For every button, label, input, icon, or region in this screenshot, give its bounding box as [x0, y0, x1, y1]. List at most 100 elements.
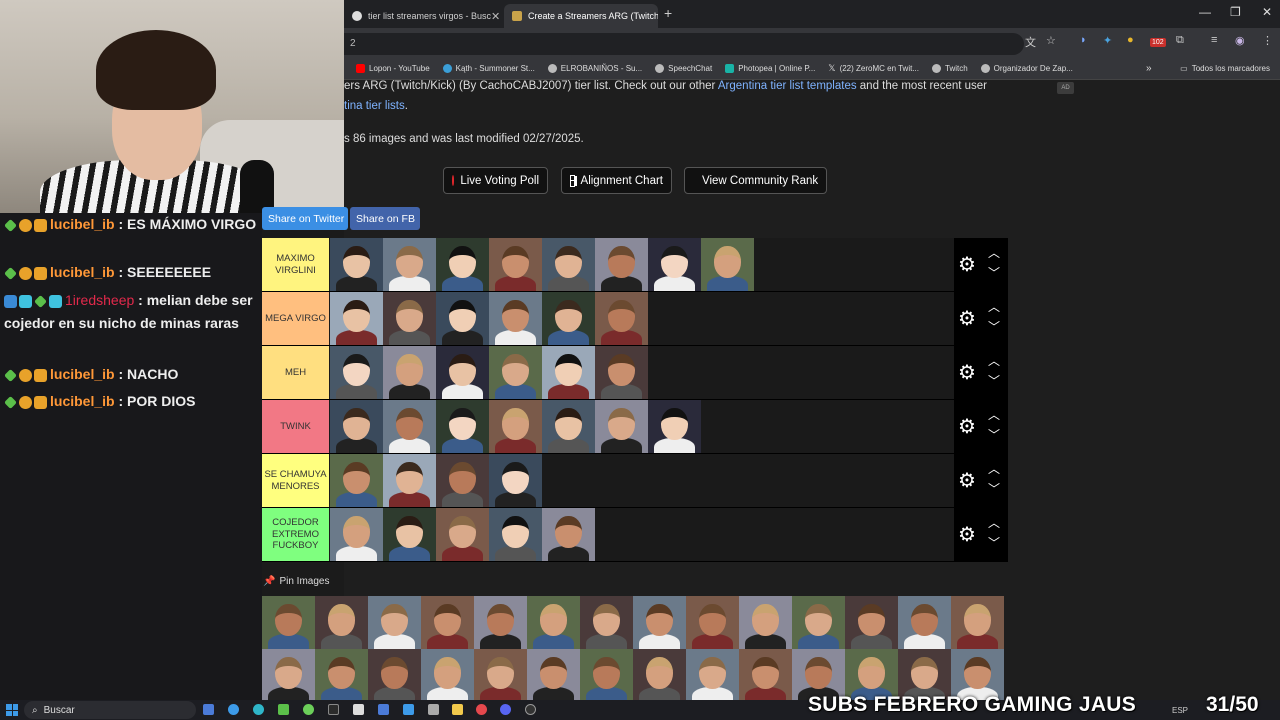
streamer-thumbnail[interactable] [542, 400, 595, 453]
streamer-thumbnail[interactable] [580, 596, 633, 649]
move-down-icon[interactable]: ﹀ [987, 482, 1001, 496]
streamer-thumbnail[interactable] [542, 292, 595, 345]
minimize-button[interactable]: — [1199, 5, 1211, 19]
chevron-right-icon[interactable]: » [1146, 63, 1152, 74]
streamer-thumbnail[interactable] [845, 596, 898, 649]
streamer-thumbnail[interactable] [383, 238, 436, 291]
bookmark-item[interactable]: 𝕏 (22) ZeroMC en Twit... [828, 63, 919, 74]
all-bookmarks[interactable]: ▭ Todos los marcadores [1180, 64, 1270, 73]
streamer-thumbnail[interactable] [330, 238, 383, 291]
reading-list-icon[interactable]: ≡ [1211, 34, 1217, 46]
move-up-icon[interactable]: ︿ [987, 516, 1001, 530]
move-up-icon[interactable]: ︿ [987, 462, 1001, 476]
move-down-icon[interactable]: ﹀ [987, 536, 1001, 550]
streamer-thumbnail[interactable] [951, 596, 1004, 649]
streamer-thumbnail[interactable] [383, 508, 436, 561]
streamer-thumbnail[interactable] [489, 238, 542, 291]
tier-label[interactable]: MEH [262, 346, 329, 399]
move-down-icon[interactable]: ﹀ [987, 266, 1001, 280]
streamer-thumbnail[interactable] [262, 596, 315, 649]
app-icon[interactable] [328, 704, 339, 715]
notification-badge[interactable]: 102 [1150, 38, 1166, 47]
streamer-thumbnail[interactable] [542, 508, 595, 561]
gear-icon[interactable]: ⚙ [958, 252, 976, 277]
streamer-thumbnail[interactable] [489, 400, 542, 453]
streamer-thumbnail[interactable] [330, 508, 383, 561]
tier-label[interactable]: TWINK [262, 400, 329, 453]
streamer-thumbnail[interactable] [542, 346, 595, 399]
bookmark-item[interactable]: Organizador De Zap... [980, 64, 1073, 73]
streamer-thumbnail[interactable] [489, 454, 542, 507]
window-close-button[interactable]: ✕ [1262, 5, 1272, 19]
extension-icon[interactable]: ● [1127, 34, 1134, 46]
move-down-icon[interactable]: ﹀ [987, 428, 1001, 442]
streamer-thumbnail[interactable] [436, 346, 489, 399]
bookmark-item[interactable]: Kąth - Summoner St... [442, 64, 535, 73]
bookmark-item[interactable]: Photopea | Online P... [725, 64, 815, 73]
streamer-thumbnail[interactable] [686, 596, 739, 649]
live-voting-poll-button[interactable]: Live Voting Poll [443, 167, 548, 194]
streamer-thumbnail[interactable] [436, 508, 489, 561]
new-tab-button[interactable]: + [664, 5, 672, 21]
move-up-icon[interactable]: ︿ [987, 246, 1001, 260]
streamer-thumbnail[interactable] [633, 649, 686, 702]
streamer-thumbnail[interactable] [648, 400, 701, 453]
tab-search[interactable]: tier list streamers virgos - Busc ✕ [344, 4, 500, 28]
streamer-thumbnail[interactable] [474, 596, 527, 649]
streamer-thumbnail[interactable] [262, 649, 315, 702]
chrome-icon[interactable] [476, 704, 487, 715]
streamer-thumbnail[interactable] [383, 400, 436, 453]
gear-icon[interactable]: ⚙ [958, 468, 976, 493]
bookmark-star-icon[interactable]: ☆ [1046, 34, 1056, 47]
streamer-thumbnail[interactable] [489, 346, 542, 399]
file-explorer-icon[interactable] [452, 704, 463, 715]
streamer-thumbnail[interactable] [383, 292, 436, 345]
streamer-thumbnail[interactable] [595, 292, 648, 345]
streamer-thumbnail[interactable] [436, 454, 489, 507]
streamer-thumbnail[interactable] [648, 238, 701, 291]
streamer-thumbnail[interactable] [527, 596, 580, 649]
address-bar[interactable]: 2 [344, 33, 1024, 55]
bookmark-item[interactable]: SpeechChat [655, 64, 712, 73]
tier-label[interactable]: MEGA VIRGO [262, 292, 329, 345]
streamer-thumbnail[interactable] [595, 400, 648, 453]
chat-username[interactable]: 1iredsheep [65, 292, 134, 308]
language-indicator[interactable]: ESP [1172, 706, 1188, 715]
gear-icon[interactable]: ⚙ [958, 306, 976, 331]
streamer-thumbnail[interactable] [315, 596, 368, 649]
streamer-thumbnail[interactable] [436, 292, 489, 345]
gear-icon[interactable]: ⚙ [958, 414, 976, 439]
streamer-thumbnail[interactable] [542, 238, 595, 291]
streamer-thumbnail[interactable] [330, 292, 383, 345]
streamer-thumbnail[interactable] [633, 596, 686, 649]
streamer-thumbnail[interactable] [898, 596, 951, 649]
extension-icon[interactable]: ✦ [1103, 34, 1112, 47]
close-icon[interactable]: ✕ [491, 10, 500, 23]
community-rank-button[interactable]: View Community Rank [684, 167, 827, 194]
streamer-thumbnail[interactable] [701, 238, 754, 291]
chat-username[interactable]: lucibel_ib [50, 366, 115, 382]
streamer-thumbnail[interactable] [436, 238, 489, 291]
app-icon[interactable] [428, 704, 439, 715]
profile-avatar[interactable]: ◉ [1235, 34, 1245, 47]
streamer-thumbnail[interactable] [421, 596, 474, 649]
extensions-puzzle-icon[interactable]: ⧉ [1176, 34, 1184, 47]
task-view-icon[interactable] [203, 704, 214, 715]
streamer-thumbnail[interactable] [739, 649, 792, 702]
streamer-thumbnail[interactable] [595, 238, 648, 291]
chat-username[interactable]: lucibel_ib [50, 216, 115, 232]
gear-icon[interactable]: ⚙ [958, 360, 976, 385]
templates-link[interactable]: Argentina tier list templates [718, 80, 857, 92]
app-icon[interactable] [403, 704, 414, 715]
discord-icon[interactable] [500, 704, 511, 715]
streamer-thumbnail[interactable] [315, 649, 368, 702]
windows-start-icon[interactable] [6, 704, 18, 716]
streamer-thumbnail[interactable] [792, 596, 845, 649]
pin-images-toggle[interactable]: 📌 Pin Images [263, 576, 329, 587]
app-icon[interactable] [253, 704, 264, 715]
bookmark-item[interactable]: ELROBANIÑOS - Su... [547, 64, 642, 73]
streamer-thumbnail[interactable] [595, 346, 648, 399]
move-up-icon[interactable]: ︿ [987, 408, 1001, 422]
streamer-thumbnail[interactable] [489, 292, 542, 345]
translate-icon[interactable]: 文 [1025, 34, 1036, 50]
